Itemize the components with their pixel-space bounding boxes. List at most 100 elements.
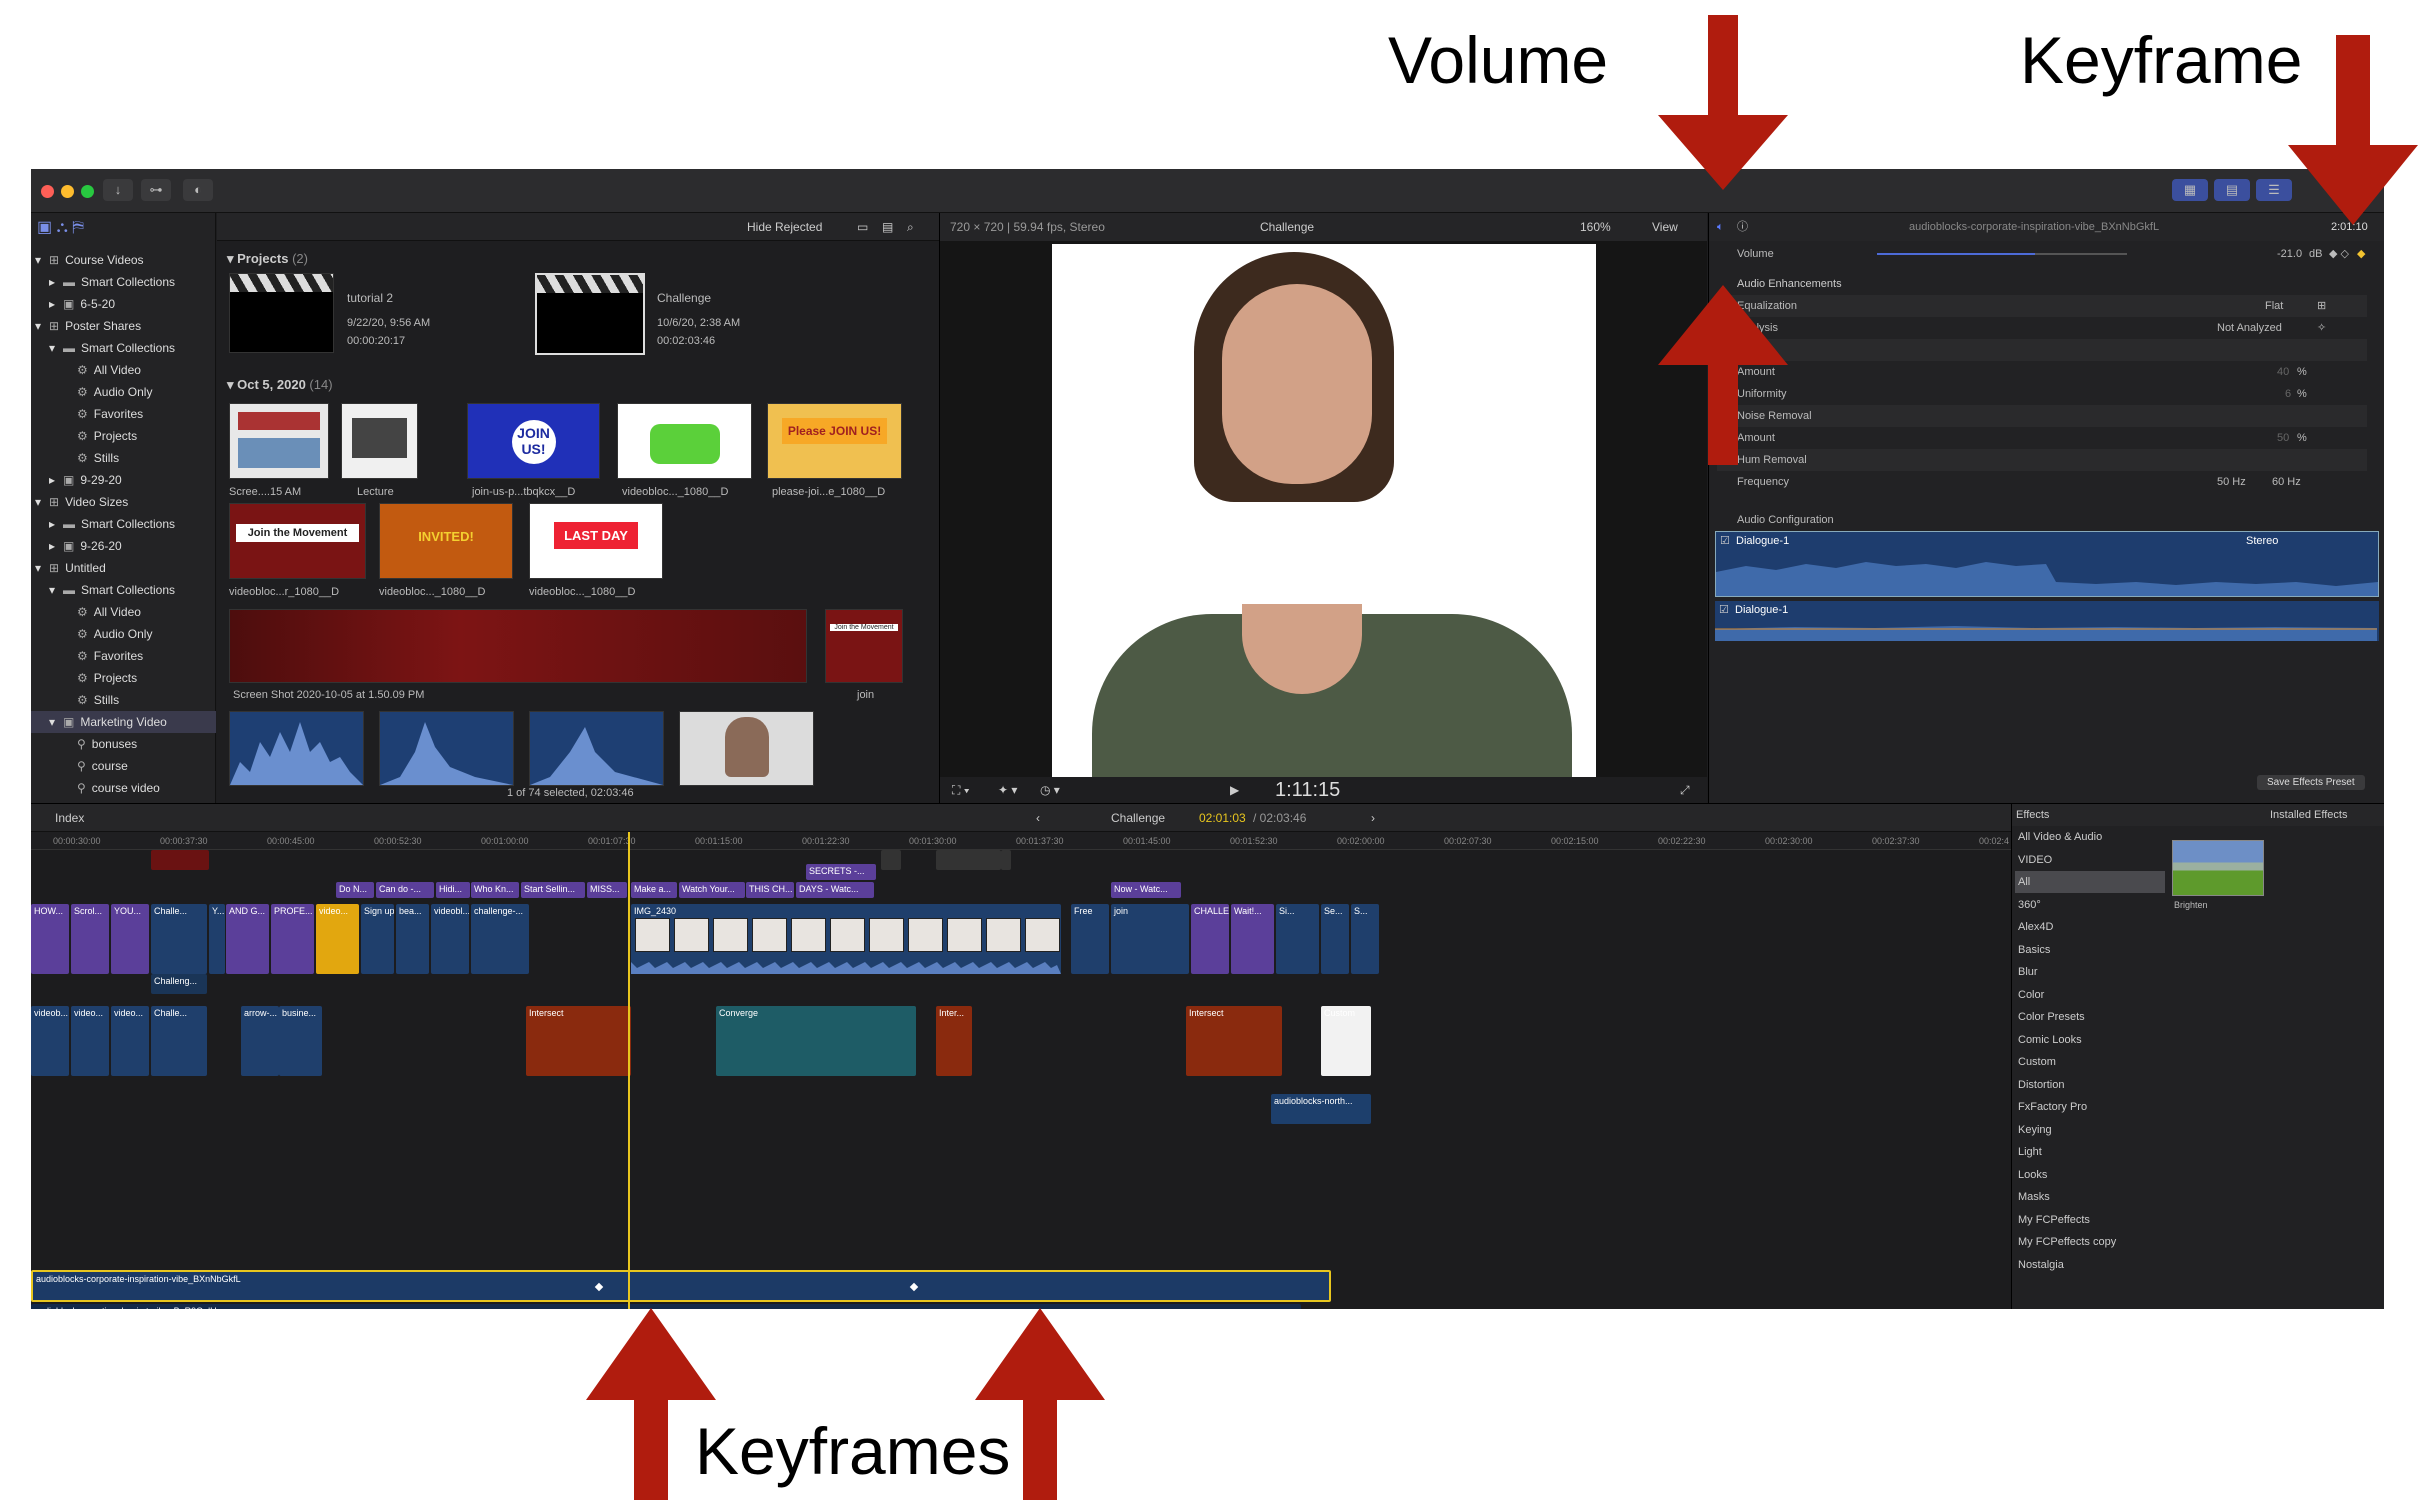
disclosure-icon[interactable]: ▾ (49, 337, 61, 359)
zoom-button[interactable] (81, 185, 94, 198)
disclosure-icon[interactable]: ▸ (49, 535, 61, 557)
channel-checkbox[interactable]: ☑ (1720, 534, 1730, 547)
library-item[interactable]: ▸ ▬ Smart Collections (31, 271, 175, 293)
clip-thumb[interactable]: LAST DAY (529, 503, 663, 579)
effects-category[interactable]: Nostalgia (2015, 1254, 2165, 1276)
library-item[interactable]: ▸ ▣ 9-29-20 (31, 469, 122, 491)
connected-clip[interactable]: video... (111, 1006, 149, 1076)
storyline-clip[interactable]: S... (1351, 904, 1379, 974)
library-item[interactable]: ▾ ▬ Smart Collections (31, 337, 175, 359)
audio-clip-thumb[interactable] (529, 711, 664, 786)
speaker-icon[interactable]: 🔈︎ (1717, 213, 1724, 241)
connected-clip[interactable]: video... (71, 1006, 109, 1076)
connected-clip[interactable]: Custom (1321, 1006, 1371, 1076)
amount-value[interactable]: 40 (2277, 361, 2289, 383)
connected-clip[interactable] (881, 850, 901, 870)
effects-category[interactable]: Distortion (2015, 1074, 2165, 1096)
title-clip[interactable]: THIS CH... (746, 882, 794, 898)
title-clip[interactable]: Can do -... (376, 882, 434, 898)
title-clip[interactable]: Who Kn... (471, 882, 519, 898)
channel-checkbox[interactable]: ☑ (1719, 603, 1729, 616)
hide-rejected-menu[interactable]: Hide Rejected (747, 213, 822, 241)
index-button[interactable]: Index (55, 804, 84, 832)
eq-value[interactable]: Flat (2265, 295, 2283, 317)
clip-thumb[interactable]: JOIN US! (467, 403, 600, 479)
library-item[interactable]: ▾ ▣ Marketing Video (31, 711, 216, 733)
projects-header[interactable]: ▾ Projects (2) (227, 251, 308, 267)
storyline-clip[interactable]: AND G... (226, 904, 269, 974)
library-item[interactable]: ⚙ Audio Only (31, 623, 152, 645)
wand-icon[interactable]: ✧ (2317, 317, 2326, 339)
title-clip[interactable]: Make a... (631, 882, 677, 898)
effects-category[interactable]: Alex4D (2015, 916, 2165, 938)
library-item[interactable]: ⚙ Projects (31, 425, 137, 447)
connected-clip[interactable] (936, 850, 1001, 870)
disclosure-icon[interactable]: ▾ (35, 249, 47, 271)
storyline-clip[interactable]: Free (1071, 904, 1109, 974)
clip-thumb[interactable] (617, 403, 752, 479)
clip-thumb[interactable] (229, 403, 329, 479)
effects-category[interactable]: Basics (2015, 939, 2165, 961)
background-tasks-icon[interactable]: ◐ (183, 179, 213, 201)
library-item[interactable]: ▸ ▣ 6-5-20 (31, 293, 115, 315)
clip-thumb[interactable]: Please JOIN US! (767, 403, 902, 479)
title-clip[interactable]: Start Sellin... (521, 882, 585, 898)
storyline-clip[interactable]: PROFE... (271, 904, 314, 974)
project-thumb-tutorial[interactable] (229, 273, 334, 353)
clip-thumb[interactable]: Join the Movement (229, 503, 366, 579)
disclosure-icon[interactable]: ▸ (49, 513, 61, 535)
connected-clip[interactable]: Inter... (936, 1006, 972, 1076)
effects-category[interactable]: Looks (2015, 1164, 2165, 1186)
date-header[interactable]: ▾ Oct 5, 2020 (14) (227, 377, 333, 393)
effects-category[interactable]: Color (2015, 984, 2165, 1006)
playhead[interactable] (628, 832, 630, 1309)
timeline-ruler[interactable]: 00:00:30:00 00:00:37:30 00:00:45:00 00:00:5… (31, 832, 2011, 850)
effects-category[interactable]: Color Presets (2015, 1006, 2165, 1028)
title-clip[interactable]: DAYS - Watc... (796, 882, 874, 898)
library-item[interactable]: ▾ ⊞ Course Videos (31, 249, 144, 271)
effects-category[interactable]: VIDEO (2015, 849, 2165, 871)
audio-clip-thumb[interactable] (379, 711, 514, 786)
connected-clip[interactable]: Converge (716, 1006, 916, 1076)
library-item[interactable]: ▾ ▬ Smart Collections (31, 579, 175, 601)
play-icon[interactable]: ▶ (1230, 777, 1239, 803)
library-item[interactable]: ⚙ All Video (31, 359, 141, 381)
effects-category[interactable]: My FCPeffects (2015, 1209, 2165, 1231)
channel-mode[interactable]: Stereo (2246, 535, 2278, 547)
clip-thumb[interactable]: Join the Movement (825, 609, 903, 683)
audio-clip[interactable]: Challeng... (151, 974, 207, 994)
clip-appearance-icon[interactable]: ▭ (857, 213, 868, 241)
uniformity-value[interactable]: 6 (2285, 383, 2291, 405)
storyline-clip[interactable]: bea... (396, 904, 429, 974)
effect-thumb-brighten[interactable] (2172, 840, 2264, 896)
sliders-icon[interactable]: ☰ (2256, 179, 2292, 201)
connected-clip[interactable]: videob... (31, 1006, 69, 1076)
clip-thumb-filmstrip[interactable] (229, 609, 807, 683)
storyline-clip[interactable]: Wait!... (1231, 904, 1274, 974)
library-item[interactable]: ⚙ Stills (31, 447, 119, 469)
effects-category[interactable]: All (2015, 871, 2165, 893)
speed-icon[interactable]: ◷ ▾ (1040, 777, 1060, 803)
keyword-icon[interactable]: ⊶ (141, 179, 171, 201)
effects-category[interactable]: Custom (2015, 1051, 2165, 1073)
library-item[interactable]: ⚲ course video (31, 777, 160, 799)
filmstrip-icon[interactable]: ▤ (882, 213, 893, 241)
forward-icon[interactable]: › (1371, 804, 1375, 832)
library-item[interactable]: ▾ ⊞ Poster Shares (31, 315, 141, 337)
storyline-clip[interactable]: CHALLE... (1191, 904, 1229, 974)
library-item[interactable]: ⚙ Favorites (31, 645, 143, 667)
disclosure-icon[interactable]: ▾ (49, 711, 61, 733)
library-item[interactable]: ▾ ⊞ Untitled (31, 557, 106, 579)
storyline-clip[interactable]: YOU... (111, 904, 149, 974)
title-clip[interactable]: Now - Watc... (1111, 882, 1181, 898)
library-item[interactable]: ⚙ Stills (31, 689, 119, 711)
storyline-clip[interactable]: challenge-... (471, 904, 529, 974)
volume-value[interactable]: -21.0 (2277, 243, 2302, 265)
audio-clip-thumb[interactable] (229, 711, 364, 786)
fullscreen-icon[interactable]: ⤢ (1680, 777, 1690, 803)
magic-wand-icon[interactable]: ✦ ▾ (998, 777, 1017, 803)
effects-category[interactable]: Masks (2015, 1186, 2165, 1208)
storyline-clip[interactable]: Se... (1321, 904, 1349, 974)
disclosure-icon[interactable]: ▾ (35, 491, 47, 513)
zoom-menu[interactable]: 160% (1580, 213, 1611, 241)
